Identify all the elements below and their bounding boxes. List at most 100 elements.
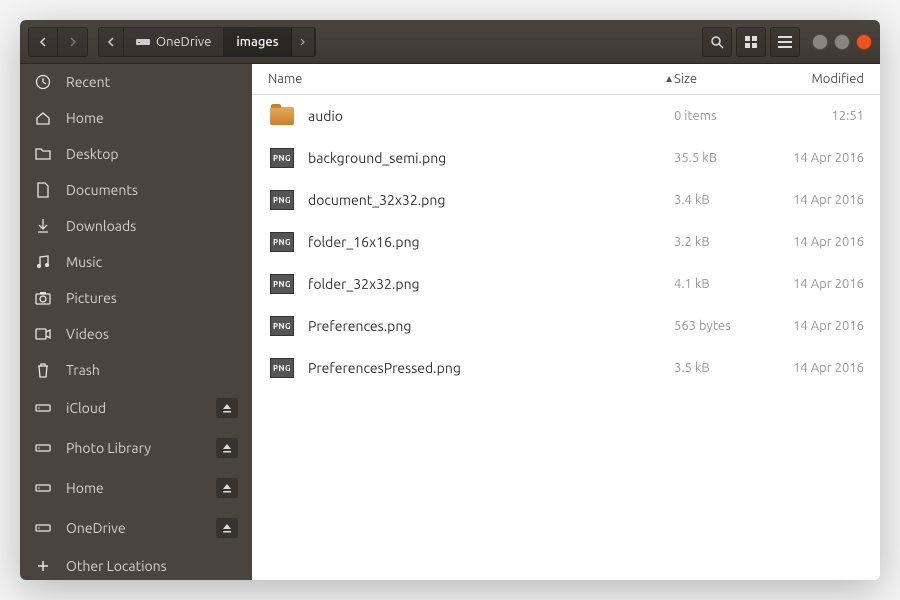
file-row[interactable]: PNGfolder_32x32.png4.1 kB14 Apr 2016: [252, 263, 880, 305]
camera-icon: [34, 291, 52, 305]
eject-button[interactable]: [216, 438, 238, 458]
drive-icon: [34, 402, 52, 414]
maximize-button[interactable]: [834, 34, 850, 50]
grid-icon: [745, 36, 757, 48]
drive-icon: [34, 522, 52, 534]
breadcrumb-current[interactable]: images: [224, 28, 291, 56]
sidebar-item-pictures[interactable]: Pictures: [20, 280, 252, 316]
forward-button[interactable]: [58, 27, 88, 57]
file-name: background_semi.png: [308, 150, 674, 166]
sidebar-item-documents[interactable]: Documents: [20, 172, 252, 208]
file-row[interactable]: PNGdocument_32x32.png3.4 kB14 Apr 2016: [252, 179, 880, 221]
file-name: PreferencesPressed.png: [308, 360, 674, 376]
file-row[interactable]: PNGfolder_16x16.png3.2 kB14 Apr 2016: [252, 221, 880, 263]
drive-icon: [136, 36, 150, 48]
sidebar-item-label: Music: [66, 254, 238, 270]
sidebar-item-onedrive[interactable]: OneDrive: [20, 508, 252, 548]
plus-icon: [34, 559, 52, 573]
breadcrumb-parent-label: OneDrive: [156, 35, 211, 49]
download-icon: [34, 218, 52, 234]
sidebar-item-label: Home: [66, 110, 238, 126]
file-size: 35.5 kB: [674, 151, 764, 165]
file-modified: 14 Apr 2016: [764, 361, 864, 375]
hamburger-menu-button[interactable]: [770, 27, 800, 57]
png-file-icon: PNG: [268, 273, 296, 295]
folder-icon: [34, 147, 52, 161]
sidebar-item-label: Downloads: [66, 218, 238, 234]
search-button[interactable]: [702, 27, 732, 57]
breadcrumb-forward-icon[interactable]: [292, 28, 315, 56]
sidebar-item-photo-library[interactable]: Photo Library: [20, 428, 252, 468]
window-controls: [812, 34, 872, 50]
column-name-label: Name: [268, 72, 302, 86]
file-name: folder_32x32.png: [308, 276, 674, 292]
eject-button[interactable]: [216, 518, 238, 538]
file-row[interactable]: audio0 items12:51: [252, 95, 880, 137]
sidebar-item-music[interactable]: Music: [20, 244, 252, 280]
sidebar-item-label: Pictures: [66, 290, 238, 306]
sort-ascending-icon: ▲: [664, 73, 674, 85]
sidebar-item-label: Home: [66, 480, 202, 496]
close-button[interactable]: [856, 34, 872, 50]
sidebar-item-desktop[interactable]: Desktop: [20, 136, 252, 172]
file-row[interactable]: PNGPreferencesPressed.png3.5 kB14 Apr 20…: [252, 347, 880, 389]
sidebar: Recent Home Desktop Documents Downloads Music…: [20, 64, 252, 580]
view-grid-button[interactable]: [736, 27, 766, 57]
file-size: 3.2 kB: [674, 235, 764, 249]
folder-icon: [268, 105, 296, 127]
home-icon: [34, 110, 52, 126]
nav-history-group: [28, 27, 88, 57]
breadcrumb: OneDrive images: [98, 27, 316, 57]
video-icon: [34, 328, 52, 340]
back-button[interactable]: [28, 27, 58, 57]
search-icon: [710, 35, 724, 49]
file-name: Preferences.png: [308, 318, 674, 334]
sidebar-item-label: Videos: [66, 326, 238, 342]
png-file-icon: PNG: [268, 189, 296, 211]
column-modified-header[interactable]: Modified: [764, 72, 864, 86]
file-name: audio: [308, 108, 674, 124]
file-size: 4.1 kB: [674, 277, 764, 291]
sidebar-item-home[interactable]: Home: [20, 100, 252, 136]
drive-icon: [34, 442, 52, 454]
file-modified: 14 Apr 2016: [764, 193, 864, 207]
file-row[interactable]: PNG Preferences.png563 bytes14 Apr 2016: [252, 305, 880, 347]
column-size-header[interactable]: Size: [674, 72, 764, 86]
file-modified: 12:51: [764, 109, 864, 123]
eject-button[interactable]: [216, 478, 238, 498]
breadcrumb-back-icon[interactable]: [99, 28, 124, 56]
music-icon: [34, 254, 52, 270]
sidebar-item-label: iCloud: [66, 400, 202, 416]
minimize-button[interactable]: [812, 34, 828, 50]
document-icon: [34, 182, 52, 198]
file-size: 3.5 kB: [674, 361, 764, 375]
main-pane: Name ▲ Size Modified audio0 items12:51 PN…: [252, 64, 880, 580]
sidebar-item-home[interactable]: Home: [20, 468, 252, 508]
window-body: Recent Home Desktop Documents Downloads Music…: [20, 64, 880, 580]
file-row[interactable]: PNGbackground_semi.png35.5 kB14 Apr 2016: [252, 137, 880, 179]
clock-icon: [34, 74, 52, 90]
drive-icon: [34, 482, 52, 494]
sidebar-item-downloads[interactable]: Downloads: [20, 208, 252, 244]
sidebar-item-trash[interactable]: Trash: [20, 352, 252, 388]
column-modified-label: Modified: [811, 72, 864, 86]
png-file-icon: PNG: [268, 231, 296, 253]
sidebar-item-recent[interactable]: Recent: [20, 64, 252, 100]
file-size: 563 bytes: [674, 319, 764, 333]
breadcrumb-parent[interactable]: OneDrive: [124, 28, 224, 56]
sidebar-item-other-locations[interactable]: Other Locations: [20, 548, 252, 580]
sidebar-item-label: Other Locations: [66, 558, 238, 574]
column-name-header[interactable]: Name ▲: [268, 72, 674, 86]
sidebar-item-videos[interactable]: Videos: [20, 316, 252, 352]
titlebar: OneDrive images: [20, 20, 880, 64]
breadcrumb-current-label: images: [236, 35, 278, 49]
png-file-icon: PNG: [268, 315, 296, 337]
sidebar-item-label: Documents: [66, 182, 238, 198]
png-file-icon: PNG: [268, 147, 296, 169]
sidebar-item-label: Recent: [66, 74, 238, 90]
sidebar-item-icloud[interactable]: iCloud: [20, 388, 252, 428]
file-size: 0 items: [674, 109, 764, 123]
sidebar-item-label: Photo Library: [66, 440, 202, 456]
eject-button[interactable]: [216, 398, 238, 418]
file-modified: 14 Apr 2016: [764, 319, 864, 333]
